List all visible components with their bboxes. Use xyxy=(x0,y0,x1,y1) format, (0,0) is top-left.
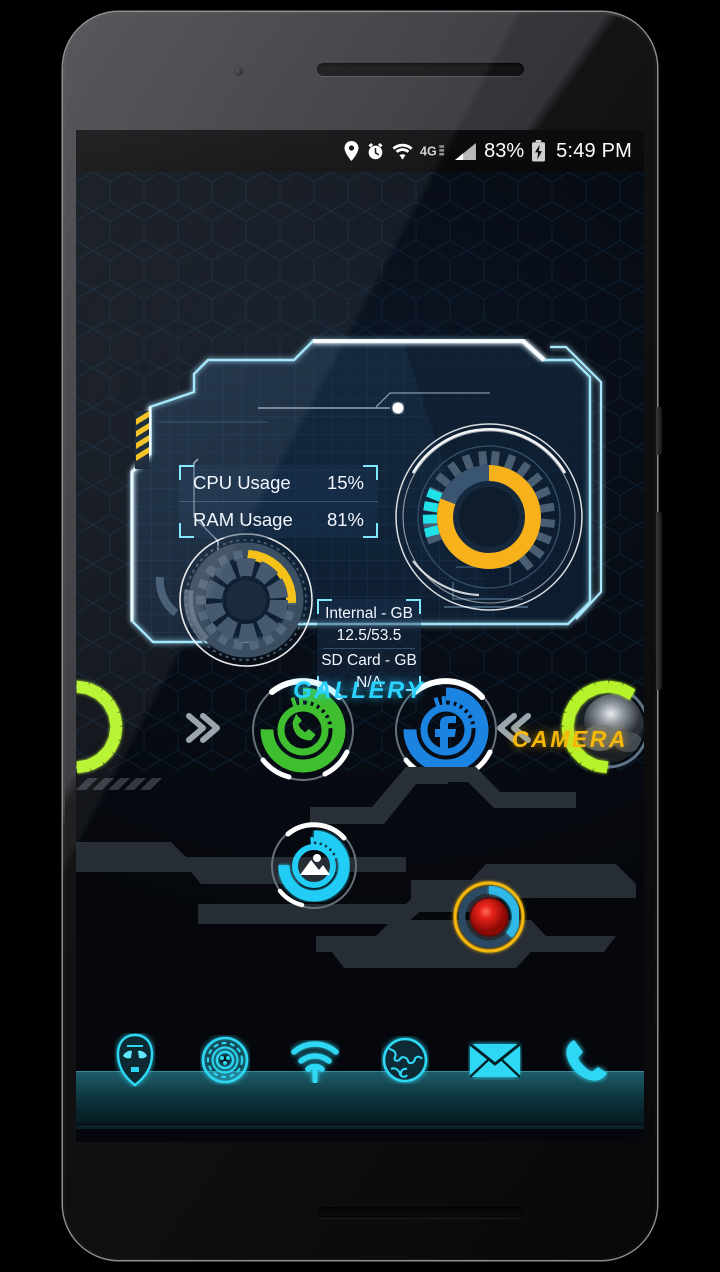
wifi-icon xyxy=(291,1041,339,1083)
power-button[interactable] xyxy=(656,407,662,455)
arc-reactor-icon xyxy=(201,1036,249,1084)
dock-item-settings[interactable] xyxy=(197,1030,253,1090)
battery-charging-icon xyxy=(531,140,546,162)
phone-handset-icon xyxy=(566,1040,607,1081)
network-4g-icon: 4G xyxy=(420,143,447,160)
phone-device: 4G 83% 5:49 PM CPU Usage 15% RAM Usage 8… xyxy=(63,12,662,1260)
bracket-corner xyxy=(179,523,194,538)
cpu-ram-info-box: CPU Usage 15% RAM Usage 81% xyxy=(179,465,378,538)
system-info-hud-widget[interactable]: CPU Usage 15% RAM Usage 81% Internal - G… xyxy=(98,327,623,691)
gallery-app-label: GALLERY xyxy=(293,677,425,704)
bottom-speaker xyxy=(317,1207,524,1218)
front-camera xyxy=(234,67,243,76)
bracket-corner xyxy=(179,465,194,480)
dock-item-ironman[interactable] xyxy=(107,1030,163,1090)
clock-label: 5:49 PM xyxy=(556,139,632,162)
hud-decor-graphics xyxy=(76,767,636,968)
dock-item-email[interactable] xyxy=(467,1030,523,1090)
globe-icon xyxy=(382,1037,428,1083)
home-screen-wallpaper: CPU Usage 15% RAM Usage 81% Internal - G… xyxy=(76,172,644,1142)
alarm-icon xyxy=(366,142,385,161)
divider xyxy=(323,648,415,649)
sdcard-label: SD Card - GB xyxy=(321,652,417,669)
battery-percent-label: 83% xyxy=(484,139,525,162)
dock-item-browser[interactable] xyxy=(377,1030,433,1090)
bracket-corner xyxy=(363,523,378,538)
earpiece-speaker xyxy=(317,63,524,76)
bracket-corner xyxy=(406,599,421,614)
hazard-stripes xyxy=(135,411,149,469)
bracket-corner xyxy=(363,465,378,480)
volume-button[interactable] xyxy=(656,512,662,690)
dock-bar xyxy=(76,1022,644,1142)
dock-item-wifi[interactable] xyxy=(287,1030,343,1090)
cpu-usage-label: CPU Usage xyxy=(193,472,291,493)
app-icon-gallery[interactable] xyxy=(268,820,360,917)
storage-gauge xyxy=(179,533,313,667)
internal-storage-value: 12.5/53.5 xyxy=(336,627,402,644)
svg-text:4G: 4G xyxy=(420,144,437,158)
app-icon-camera[interactable] xyxy=(449,877,529,962)
bracket-corner xyxy=(317,599,332,614)
ram-usage-value: 81% xyxy=(326,508,364,530)
cpu-usage-value: 15% xyxy=(326,472,364,493)
phone-screen: 4G 83% 5:49 PM CPU Usage 15% RAM Usage 8… xyxy=(76,130,644,1142)
signal-bars-icon xyxy=(454,142,477,161)
envelope-icon xyxy=(469,1042,521,1078)
ram-usage-row: RAM Usage 81% xyxy=(179,501,378,537)
status-bar: 4G 83% 5:49 PM xyxy=(76,130,644,172)
cpu-usage-row: CPU Usage 15% xyxy=(179,465,378,501)
dock-item-phone[interactable] xyxy=(557,1030,613,1090)
photo-mountain-icon xyxy=(292,844,336,888)
location-icon xyxy=(344,141,359,161)
ironman-helmet-icon xyxy=(116,1033,154,1087)
wifi-icon xyxy=(392,142,413,160)
ram-usage-label: RAM Usage xyxy=(193,508,293,530)
